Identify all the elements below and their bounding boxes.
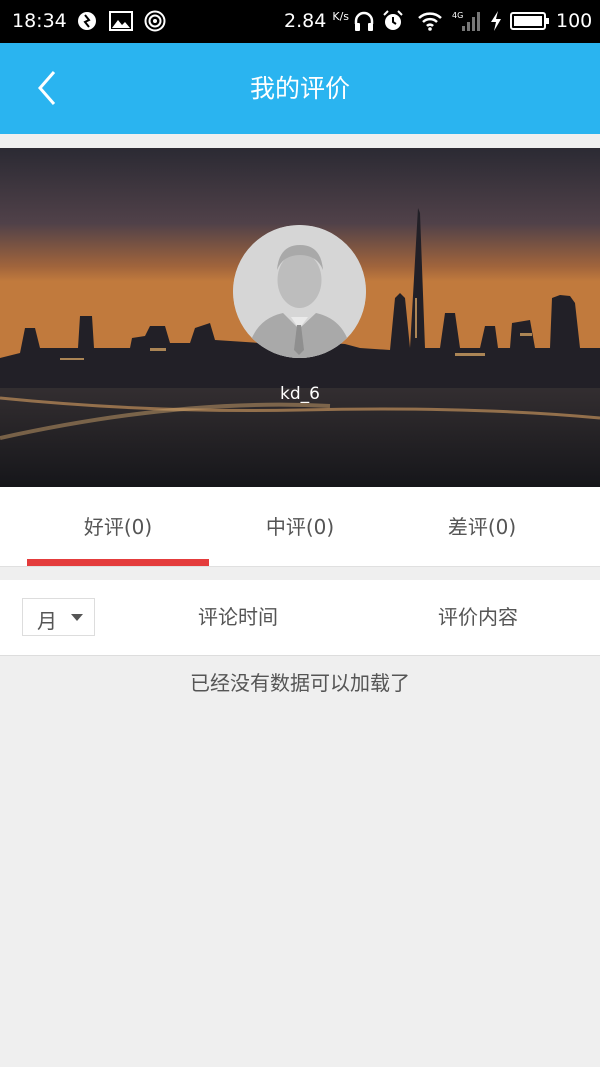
- battery-icon: [510, 9, 550, 33]
- column-header-time: 评论时间: [198, 605, 278, 629]
- title-bar: 我的评价: [0, 43, 600, 134]
- caret-down-icon: [71, 614, 83, 621]
- image-icon: [108, 9, 134, 33]
- column-header-content: 评价内容: [438, 605, 518, 629]
- active-tab-indicator: [27, 559, 209, 566]
- tab-positive[interactable]: 好评(0): [27, 487, 209, 566]
- headset-icon: [352, 9, 376, 33]
- default-avatar-icon: [233, 225, 366, 358]
- tab-neutral[interactable]: 中评(0): [209, 487, 391, 566]
- svg-text:4G: 4G: [452, 11, 463, 20]
- month-selector-label: 月: [37, 609, 57, 633]
- network-speed: 2.84 K/s: [284, 10, 350, 32]
- battery-percent: 100: [556, 10, 593, 32]
- status-bar: 18:34 2.84 K/s 4G 100: [0, 0, 600, 43]
- back-button[interactable]: [30, 68, 70, 108]
- avatar[interactable]: [233, 225, 366, 358]
- alarm-icon: [381, 9, 405, 33]
- wifi-icon: [416, 9, 444, 33]
- back-chevron-icon: [38, 71, 56, 105]
- network-speed-unit: K/s: [332, 10, 350, 23]
- profile-banner: kd_6: [0, 148, 600, 487]
- empty-list-message: 已经没有数据可以加载了: [190, 671, 410, 695]
- table-header: 月 评论时间 评价内容: [0, 580, 600, 656]
- charging-icon: [488, 9, 504, 33]
- status-time: 18:34: [12, 10, 67, 32]
- tab-negative[interactable]: 差评(0): [391, 487, 573, 566]
- radar-icon: [143, 9, 167, 33]
- month-selector[interactable]: 月: [22, 598, 95, 636]
- username: kd_6: [280, 384, 320, 404]
- sync-icon: [76, 9, 98, 33]
- page-title: 我的评价: [249, 74, 350, 103]
- signal-4g-icon: 4G: [452, 9, 482, 33]
- review-tabs: 好评(0) 中评(0) 差评(0): [0, 487, 600, 567]
